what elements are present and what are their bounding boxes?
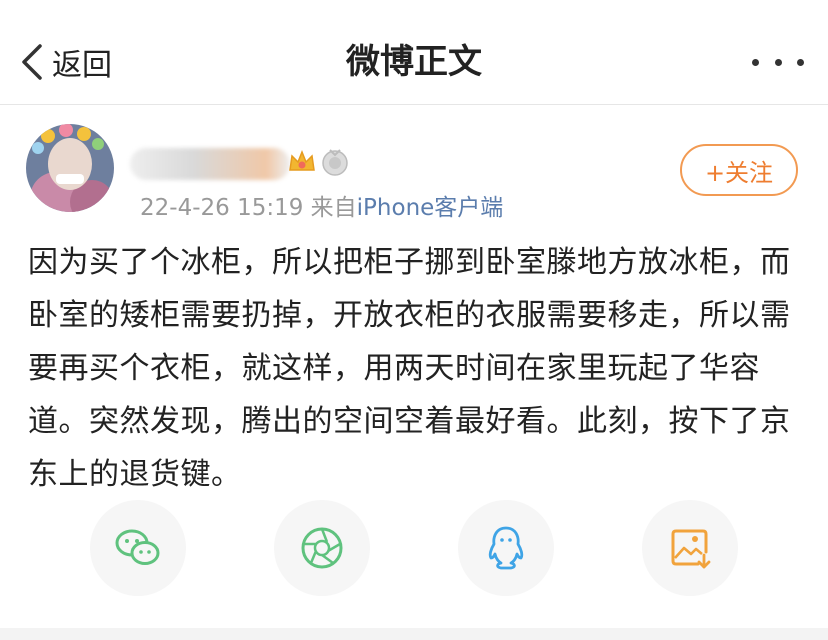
post-meta: 22-4-26 15:19 来自iPhone客户端 [140, 188, 503, 222]
moments-icon [301, 527, 343, 569]
follow-button[interactable]: +关注 [680, 144, 798, 196]
level-badge-icon [322, 149, 348, 176]
source-link[interactable]: iPhone客户端 [357, 195, 504, 221]
source-prefix: 来自 [310, 195, 357, 221]
wechat-icon [115, 529, 160, 565]
share-wechat-button[interactable] [90, 500, 186, 596]
avatar[interactable] [26, 124, 114, 212]
qq-icon [488, 526, 524, 570]
username-blurred[interactable] [130, 148, 290, 180]
page-title: 微博正文 [346, 42, 482, 82]
more-dots-icon [752, 58, 759, 66]
save-image-icon [671, 529, 711, 569]
more-options-button[interactable] [752, 50, 804, 74]
bottom-divider [0, 628, 828, 640]
save-image-button[interactable] [642, 500, 738, 596]
share-qq-button[interactable] [458, 500, 554, 596]
top-nav-bar: 返回 微博正文 [0, 0, 828, 105]
crown-badge-icon [289, 149, 315, 171]
post-timestamp: 22-4-26 15:19 [140, 195, 304, 221]
post-text: 因为买了个冰柜，所以把柜子挪到卧室滕地方放冰柜，而卧室的矮柜需要扔掉，开放衣柜的… [28, 245, 791, 492]
share-row [0, 500, 828, 596]
share-moments-button[interactable] [274, 500, 370, 596]
avatar-image [26, 124, 114, 212]
